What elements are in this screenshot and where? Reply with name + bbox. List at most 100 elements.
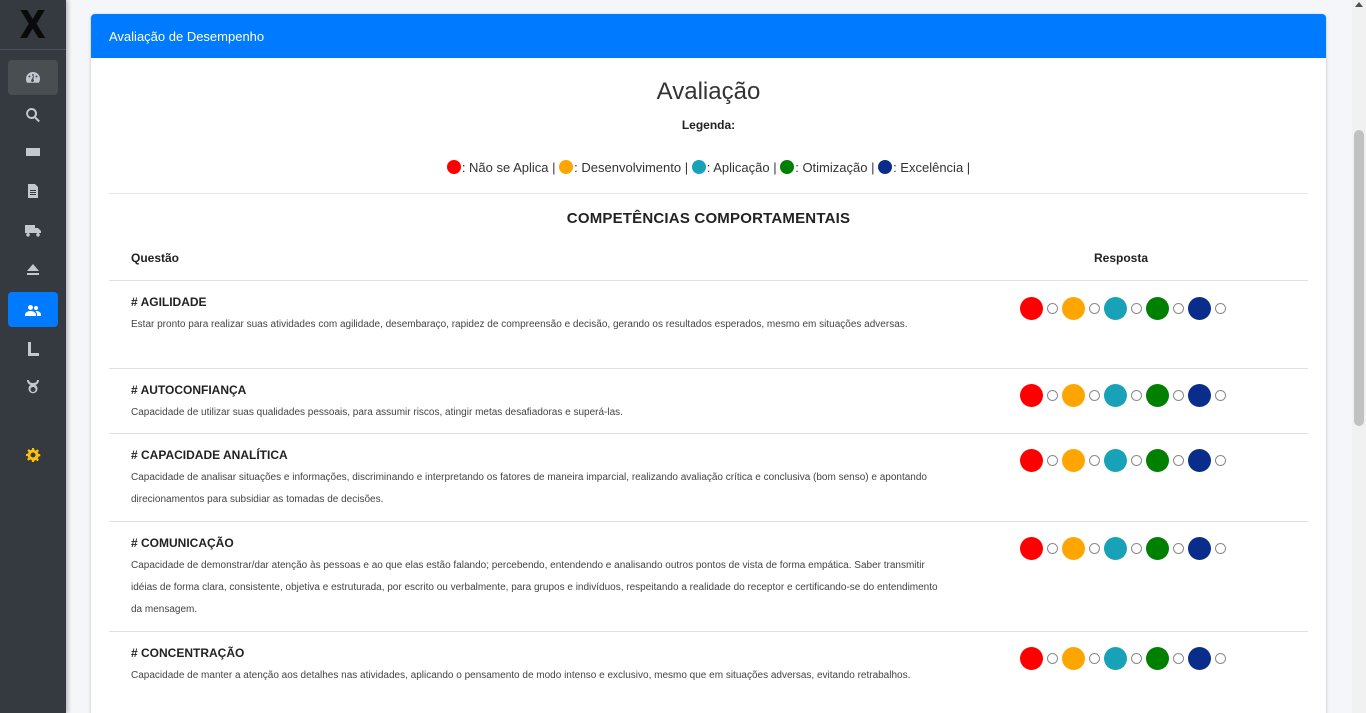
answer-radio-otimizacao[interactable] [1173,455,1184,466]
column-header-question: Questão [131,251,180,265]
question-title: # COMUNICAÇÃO [131,536,234,550]
sidebar-item-file[interactable] [8,173,58,208]
truck-icon [25,224,41,237]
sidebar-item-card[interactable] [8,134,58,169]
horns-icon [27,379,39,393]
answer-dot-teal [1104,647,1127,670]
sidebar-item-level[interactable] [8,331,58,366]
question-title: # AGILIDADE [131,295,207,309]
answer-dot-orange [1062,384,1085,407]
answer-dot-teal [1104,449,1127,472]
sidebar-item-search[interactable] [8,97,58,132]
answer-dot-green [1146,449,1169,472]
answer-radio-desenvolvimento[interactable] [1089,390,1100,401]
answer-dot-red [1020,384,1043,407]
answer-dot-navy [1188,647,1211,670]
answer-dot-orange [1062,297,1085,320]
legend-dot-orange [559,160,574,174]
legend-item-otimizacao: : Otimização | [780,160,874,175]
sidebar-item-truck[interactable] [8,212,58,247]
level-icon [28,341,39,356]
answer-dot-green [1146,297,1169,320]
file-icon [28,183,38,198]
legend-item-excelencia: : Excelência | [878,160,970,175]
sidebar-item-horns[interactable] [8,369,58,404]
answer-dot-red [1020,647,1043,670]
users-icon [25,304,41,316]
answer-radio-aplicacao[interactable] [1131,653,1142,664]
sidebar-item-eject[interactable] [8,251,58,286]
question-title: # CONCENTRAÇÃO [131,646,245,660]
answer-dot-navy [1188,297,1211,320]
answer-radio-nao-se-aplica[interactable] [1047,390,1058,401]
dashboard-gauge-icon [26,71,41,83]
sidebar-item-users[interactable] [8,292,58,327]
answer-radio-nao-se-aplica[interactable] [1047,653,1058,664]
answer-radio-desenvolvimento[interactable] [1089,303,1100,314]
answer-radio-otimizacao[interactable] [1173,653,1184,664]
answer-radio-desenvolvimento[interactable] [1089,455,1100,466]
divider [109,193,1308,194]
answer-dot-navy [1188,384,1211,407]
answer-options [1020,537,1230,560]
answer-radio-excelencia[interactable] [1215,390,1226,401]
sidebar-item-settings[interactable] [8,437,58,472]
question-title: # AUTOCONFIANÇA [131,383,247,397]
table-row: # CAPACIDADE ANALÍTICA Capacidade de ana… [109,434,1308,522]
legend-dot-teal [691,160,706,174]
table-row: # AGILIDADE Estar pronto para realizar s… [109,281,1308,369]
answer-radio-aplicacao[interactable] [1131,455,1142,466]
eject-icon [27,263,39,275]
answer-dot-orange [1062,647,1085,670]
answer-radio-excelencia[interactable] [1215,543,1226,554]
answer-radio-excelencia[interactable] [1215,303,1226,314]
answer-dot-teal [1104,297,1127,320]
question-title: # CAPACIDADE ANALÍTICA [131,448,288,462]
answer-radio-nao-se-aplica[interactable] [1047,303,1058,314]
answer-radio-otimizacao[interactable] [1173,390,1184,401]
answer-radio-nao-se-aplica[interactable] [1047,455,1058,466]
section-title: COMPETÊNCIAS COMPORTAMENTAIS [566,210,851,227]
answer-radio-aplicacao[interactable] [1131,303,1142,314]
answer-dot-red [1020,297,1043,320]
sidebar: X [0,0,66,713]
answer-options [1020,297,1230,320]
answer-radio-desenvolvimento[interactable] [1089,543,1100,554]
sidebar-item-dashboard[interactable] [8,60,58,95]
table-row: # CONCENTRAÇÃO Capacidade de manter a at… [109,632,1308,713]
answer-dot-green [1146,384,1169,407]
brand-logo-text: X [19,2,47,47]
column-header-answer: Resposta [1094,251,1149,265]
answer-radio-excelencia[interactable] [1215,455,1226,466]
question-description: Capacidade de utilizar suas qualidades p… [131,407,623,418]
legend-dot-navy [878,160,893,174]
question-description: Capacidade de manter a atenção aos detal… [131,670,911,681]
answer-dot-green [1146,537,1169,560]
answer-radio-desenvolvimento[interactable] [1089,653,1100,664]
answer-radio-nao-se-aplica[interactable] [1047,543,1058,554]
scroll-up-arrow-icon[interactable] [1355,2,1363,7]
evaluation-card: Avaliação de Desempenho Avaliação Legend… [91,14,1326,713]
answer-dot-orange [1062,537,1085,560]
answer-options [1020,647,1230,670]
question-description: Estar pronto para realizar suas atividad… [131,319,908,330]
answer-radio-otimizacao[interactable] [1173,543,1184,554]
table-row: # AUTOCONFIANÇA Capacidade de utilizar s… [109,369,1308,434]
id-card-icon [26,147,40,156]
legend-dot-red [446,160,461,174]
answer-dot-green [1146,647,1169,670]
legend-dot-green [780,160,795,174]
answer-radio-aplicacao[interactable] [1131,543,1142,554]
answer-radio-aplicacao[interactable] [1131,390,1142,401]
answer-radio-otimizacao[interactable] [1173,303,1184,314]
answer-dot-orange [1062,449,1085,472]
scroll-thumb[interactable] [1354,130,1364,426]
answer-radio-excelencia[interactable] [1215,653,1226,664]
page-title: Avaliação [656,78,761,105]
card-header: Avaliação de Desempenho [91,14,1326,58]
page-scrollbar[interactable] [1352,0,1366,713]
answer-dot-navy [1188,449,1211,472]
legend: : Não se Aplica | : Desenvolvimento | : … [91,160,1326,175]
brand-logo[interactable]: X [0,0,66,50]
answer-options [1020,384,1230,407]
